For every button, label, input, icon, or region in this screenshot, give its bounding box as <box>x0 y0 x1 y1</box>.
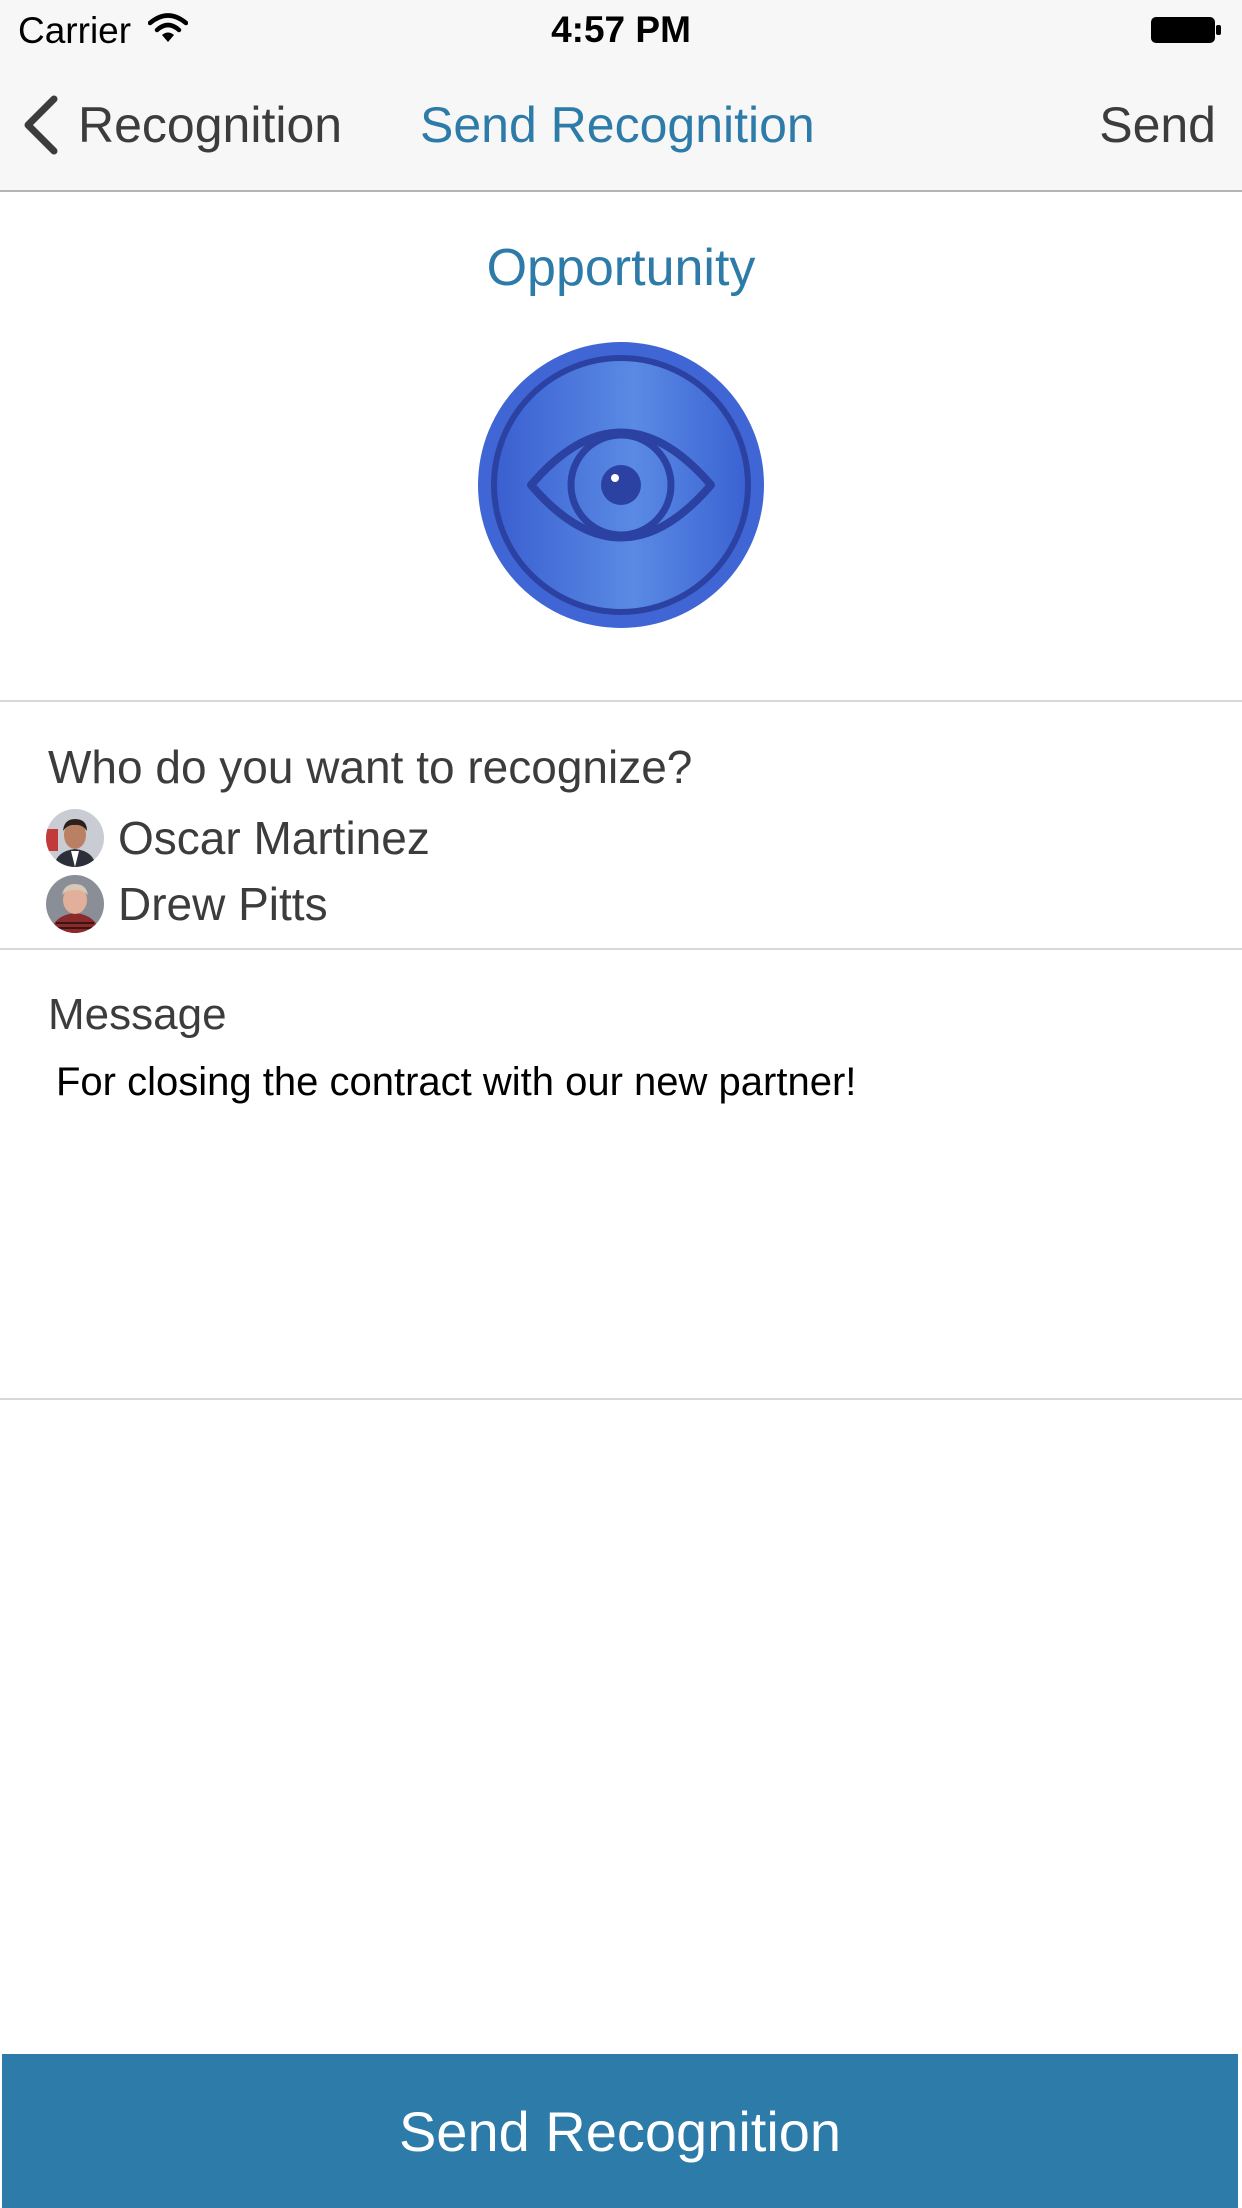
badge-title: Opportunity <box>486 239 756 297</box>
message-label: Message <box>48 990 227 1039</box>
status-time: 4:57 PM <box>551 9 691 50</box>
message-field[interactable]: For closing the contract with our new pa… <box>56 1060 1186 1105</box>
avatar <box>46 809 104 867</box>
send-recognition-screen: Carrier 4:57 PM Recognition Send Recogni… <box>0 0 1242 2208</box>
avatar <box>46 875 104 933</box>
battery-full-icon <box>1151 17 1221 43</box>
message-section: Message For closing the contract with ou… <box>0 950 1242 1400</box>
chevron-left-icon <box>24 95 58 155</box>
recipient-name: Oscar Martinez <box>118 812 430 864</box>
nav-title: Send Recognition <box>420 97 815 153</box>
back-button[interactable]: Recognition <box>18 90 342 160</box>
recipients-section[interactable]: Who do you want to recognize? Oscar Mart… <box>0 702 1242 950</box>
navigation-bar: Recognition Send Recognition Send <box>0 60 1242 192</box>
recipients-label: Who do you want to recognize? <box>48 741 693 793</box>
recipient-item[interactable]: Drew Pitts <box>46 874 328 934</box>
send-nav-button[interactable]: Send <box>1099 96 1216 154</box>
back-button-label: Recognition <box>78 97 343 153</box>
recipient-item[interactable]: Oscar Martinez <box>46 808 430 868</box>
badge-section: Opportunity <box>0 192 1242 702</box>
status-bar: Carrier 4:57 PM <box>0 0 1242 60</box>
send-recognition-button[interactable]: Send Recognition <box>2 2054 1238 2208</box>
recipient-name: Drew Pitts <box>118 878 328 930</box>
eye-badge-icon[interactable] <box>476 340 766 630</box>
